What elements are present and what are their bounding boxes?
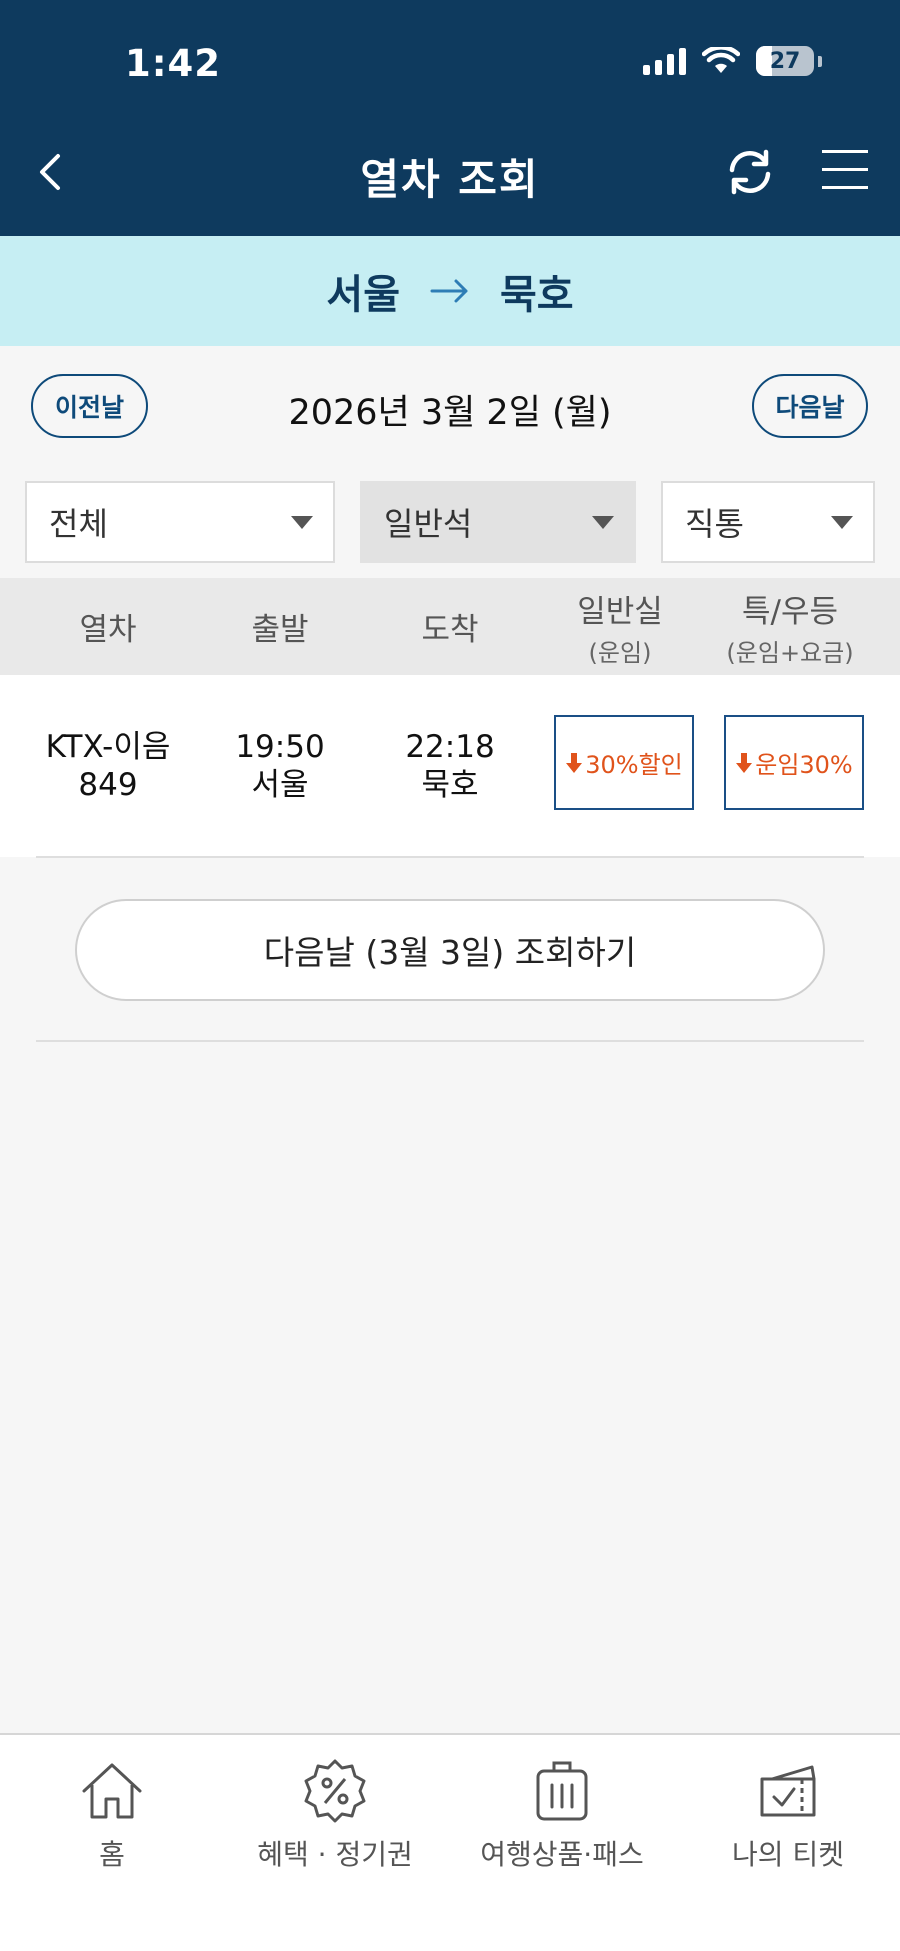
train-number: 849 <box>78 767 138 803</box>
seat-class-value: 일반석 <box>384 505 473 543</box>
destination-station: 묵호 <box>500 272 574 318</box>
train-type-value: 전체 <box>49 505 108 543</box>
caret-down-icon <box>831 516 853 529</box>
first-class-fare-label: 운임30% <box>755 751 853 779</box>
departure-time: 19:50 <box>235 729 325 765</box>
arrow-down-icon <box>566 752 583 773</box>
standard-fare-label: 30%할인 <box>585 751 683 779</box>
status-time: 1:42 <box>125 42 222 85</box>
column-header-first-label: 특/우등 <box>741 593 838 630</box>
column-header-first-sub: (운임+요금) <box>726 638 854 667</box>
arrival-time: 22:18 <box>405 729 495 765</box>
route-type-value: 직통 <box>685 505 744 543</box>
train-type-select[interactable]: 전체 <box>25 481 335 563</box>
tab-travel-label: 여행상품·패스 <box>480 1838 644 1871</box>
next-day-button[interactable]: 다음날 <box>752 374 868 438</box>
home-icon <box>82 1763 142 1819</box>
column-header-departure-label: 출발 <box>251 612 309 648</box>
next-day-search-button[interactable]: 다음날 (3월 3일) 조회하기 <box>75 899 825 1001</box>
first-class-fare-button[interactable]: 운임30% <box>724 715 864 810</box>
tab-travel[interactable]: 여행상품·패스 <box>470 1755 654 1873</box>
column-header-first: 특/우등 (운임+요금) <box>710 578 870 675</box>
column-header-standard-label: 일반실 <box>577 593 663 630</box>
divider <box>36 856 864 858</box>
seat-class-select[interactable]: 일반석 <box>360 481 636 563</box>
discount-badge-icon <box>304 1759 366 1823</box>
luggage-icon <box>536 1761 588 1821</box>
column-header-arrival-label: 도착 <box>421 612 479 648</box>
route-type-select[interactable]: 직통 <box>661 481 875 563</box>
battery-icon: 27 <box>756 46 814 76</box>
bottom-tab-bar: 홈 혜택 · 정기권 여행상품·패스 나의 티켓 <box>0 1733 900 1951</box>
route-bar: 서울 묵호 <box>0 236 900 346</box>
refresh-icon[interactable] <box>722 144 778 200</box>
tab-my-tickets[interactable]: 나의 티켓 <box>718 1755 858 1873</box>
arrow-down-icon <box>736 752 753 773</box>
departure-station: 서울 <box>251 767 309 803</box>
arrow-right-icon <box>430 279 468 303</box>
tab-benefits-label: 혜택 · 정기권 <box>257 1838 413 1871</box>
departure-info: 19:50 서울 <box>210 728 350 804</box>
column-header-standard: 일반실 (운임) <box>555 578 685 675</box>
arrival-station: 묵호 <box>421 767 479 803</box>
train-info: KTX-이음 849 <box>28 728 188 804</box>
origin-station: 서울 <box>326 272 400 318</box>
tab-home-label: 홈 <box>99 1838 125 1871</box>
caret-down-icon <box>592 516 614 529</box>
standard-fare-button[interactable]: 30%할인 <box>554 715 694 810</box>
battery-level: 27 <box>769 48 801 74</box>
column-header-arrival: 도착 <box>390 578 510 675</box>
status-bar: 1:42 27 <box>0 0 900 130</box>
cellular-signal-icon <box>643 47 686 75</box>
menu-icon[interactable] <box>822 150 868 194</box>
app-header: 열차 조회 <box>0 130 900 236</box>
table-row[interactable]: KTX-이음 849 19:50 서울 22:18 묵호 30%할인 운임30% <box>0 675 900 857</box>
tab-my-tickets-label: 나의 티켓 <box>732 1838 844 1871</box>
divider <box>36 1040 864 1042</box>
filter-bar: 전체 일반석 직통 <box>0 481 900 563</box>
column-header-departure: 출발 <box>220 578 340 675</box>
date-navigation: 이전날 2026년 3월 2일 (월) 다음날 <box>0 346 900 466</box>
column-header-train: 열차 <box>48 578 168 675</box>
arrival-info: 22:18 묵호 <box>380 728 520 804</box>
tab-home[interactable]: 홈 <box>72 1755 152 1873</box>
column-header-standard-sub: (운임) <box>588 638 652 667</box>
column-header-train-label: 열차 <box>79 612 137 648</box>
train-name: KTX-이음 <box>45 729 171 765</box>
table-header: 열차 출발 도착 일반실 (운임) 특/우등 (운임+요금) <box>0 578 900 675</box>
status-icons: 27 <box>643 46 822 76</box>
wifi-icon <box>702 47 740 73</box>
tab-benefits[interactable]: 혜택 · 정기권 <box>245 1755 425 1873</box>
caret-down-icon <box>291 516 313 529</box>
ticket-icon <box>760 1765 816 1817</box>
